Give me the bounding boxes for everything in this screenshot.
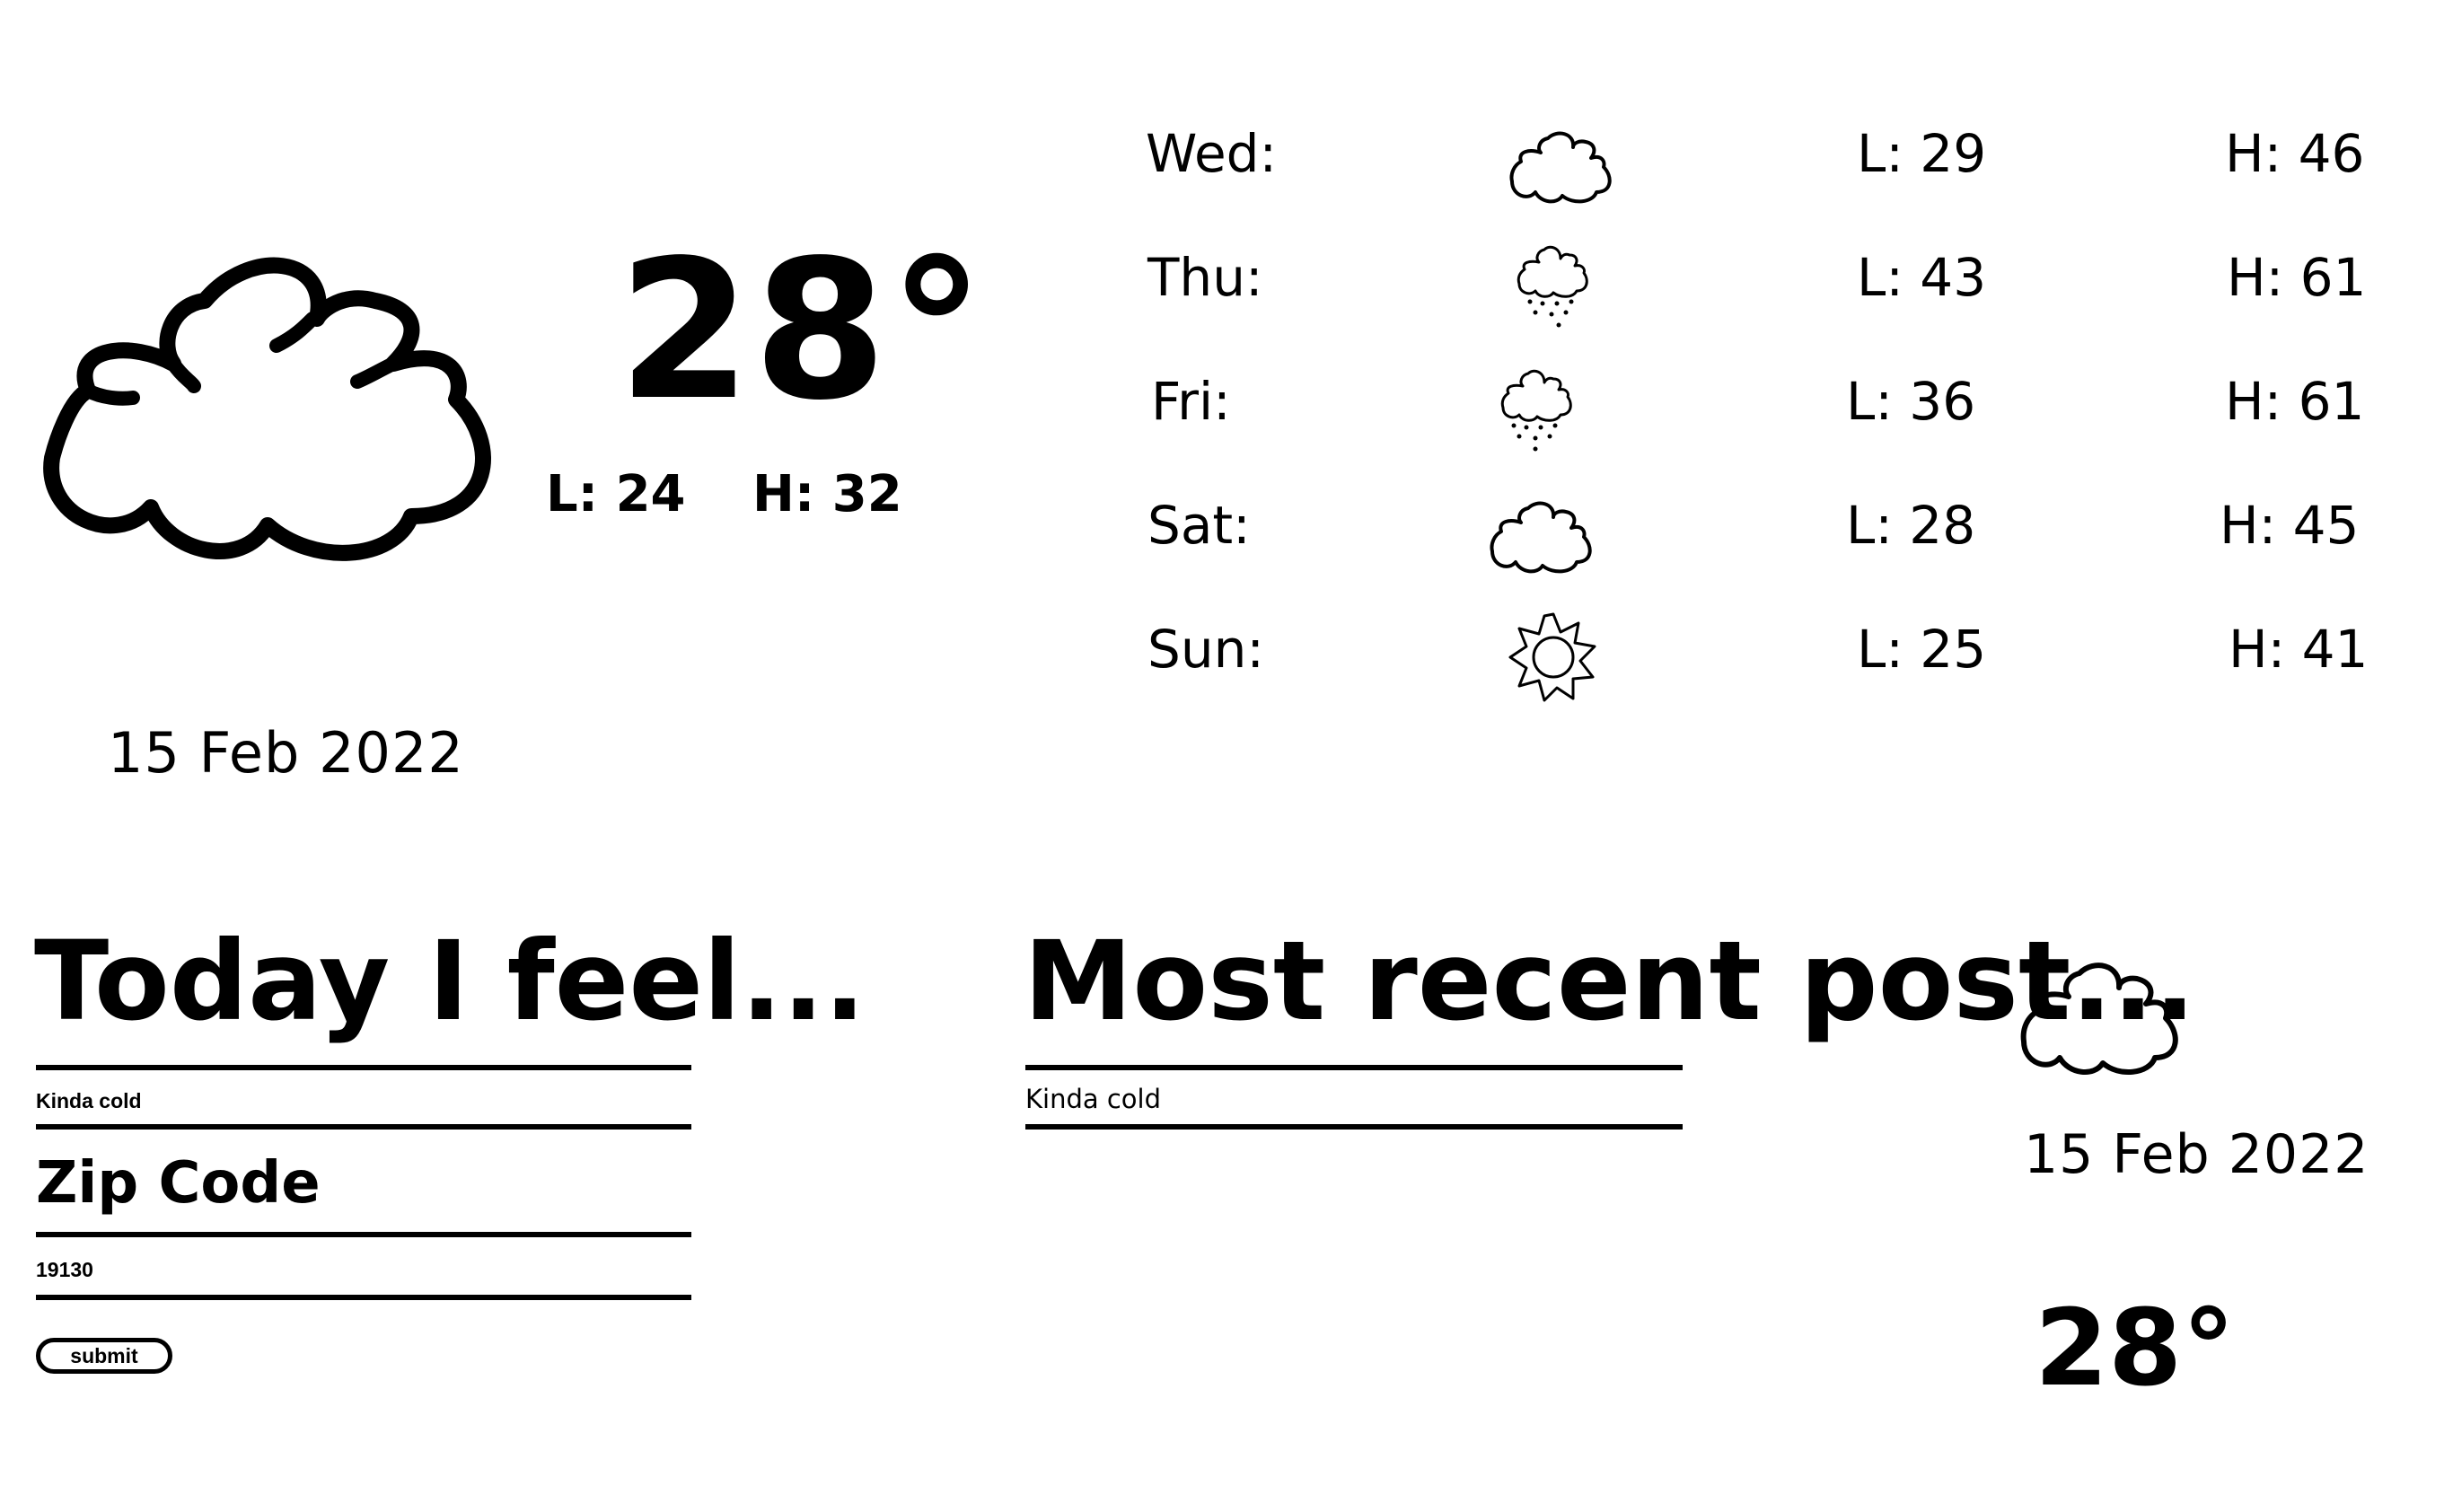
forecast-low: L: 29 [1857, 123, 1987, 184]
forecast-high: H: 41 [2229, 619, 2369, 680]
recent-post-temperature: 28° [2035, 1286, 2236, 1410]
recent-post-date: 15 Feb 2022 [2024, 1123, 2369, 1186]
forecast-high: H: 45 [2220, 495, 2360, 556]
forecast-high: H: 61 [2227, 247, 2367, 308]
recent-post-cloud-icon [2018, 952, 2180, 1077]
cloud-icon [1489, 494, 1593, 575]
current-low: L: 24 [546, 465, 686, 523]
divider [36, 1124, 691, 1130]
feel-heading: Today I feel... [34, 918, 866, 1045]
current-high: H: 32 [752, 465, 902, 523]
rain-cloud-icon [1499, 366, 1575, 454]
forecast-low: L: 28 [1846, 495, 1976, 556]
forecast-low: L: 43 [1857, 247, 1987, 308]
feeling-input[interactable] [36, 1085, 691, 1117]
forecast-day: Fri: [1151, 371, 1231, 432]
divider [36, 1295, 691, 1300]
sun-icon [1508, 612, 1598, 702]
divider [1025, 1124, 1683, 1130]
divider [36, 1065, 691, 1070]
forecast-low: L: 25 [1857, 619, 1987, 680]
cloud-icon [1508, 124, 1613, 205]
forecast-high: H: 61 [2225, 371, 2365, 432]
zip-code-label: Zip Code [36, 1150, 321, 1217]
forecast-low: L: 36 [1846, 371, 1976, 432]
divider [1025, 1065, 1683, 1070]
current-weather-cloud-icon [34, 220, 492, 570]
current-date: 15 Feb 2022 [108, 720, 464, 786]
zip-code-input[interactable] [36, 1253, 691, 1286]
current-temperature: 28° [618, 219, 987, 443]
forecast-day: Thu: [1147, 247, 1263, 308]
recent-post-text: Kinda cold [1025, 1084, 1162, 1114]
rain-cloud-icon [1516, 242, 1591, 330]
submit-button[interactable]: submit [36, 1338, 172, 1374]
forecast-day: Wed: [1146, 123, 1277, 184]
forecast-high: H: 46 [2225, 123, 2365, 184]
divider [36, 1232, 691, 1237]
forecast-day: Sun: [1147, 619, 1264, 680]
forecast-day: Sat: [1147, 495, 1251, 556]
